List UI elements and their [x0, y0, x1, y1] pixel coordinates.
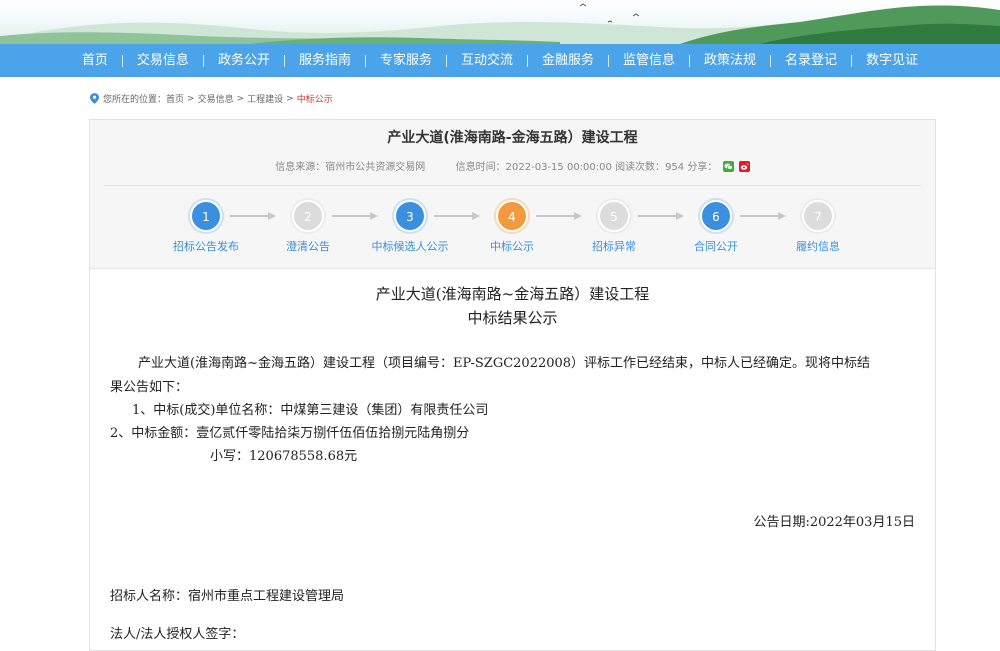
breadcrumb-engineering[interactable]: 工程建设: [247, 92, 283, 105]
tenderer-name: 招标人名称：宿州市重点工程建设管理局: [110, 589, 345, 604]
content-title: 产业大道(淮海南路~金海五路）建设工程: [375, 285, 650, 303]
step-arrow-icon: [638, 212, 684, 220]
views-value: 954: [665, 162, 685, 173]
source-label: 信息来源：: [275, 162, 326, 173]
breadcrumb-home[interactable]: 首页: [166, 92, 184, 105]
step-4-label[interactable]: 中标公示: [462, 238, 562, 254]
step-3-label[interactable]: 中标候选人公示: [360, 238, 460, 254]
nav-digital-witness[interactable]: 数字见证: [854, 44, 930, 77]
share-label: 分享：: [687, 162, 718, 173]
nav-government-affairs[interactable]: 政务公开: [206, 44, 282, 77]
step-7-label[interactable]: 履约信息: [768, 238, 868, 254]
step-4-circle[interactable]: 4: [496, 200, 528, 232]
step-1-circle[interactable]: 1: [190, 200, 222, 232]
content-subtitle: 中标结果公示: [467, 309, 558, 327]
step-arrow-icon: [332, 212, 378, 220]
step-arrow-icon: [434, 212, 480, 220]
nav-divider: [283, 54, 285, 67]
breadcrumb-separator: >: [187, 93, 195, 104]
step-1-label[interactable]: 招标公告发布: [156, 238, 256, 254]
wechat-share-icon[interactable]: [722, 161, 734, 172]
breadcrumb-prefix: 您所在的位置：: [103, 95, 167, 105]
nav-divider: [770, 54, 772, 67]
header-divider: [104, 185, 921, 186]
nav-financial-service[interactable]: 金融服务: [530, 44, 606, 77]
announcement-date: 公告日期:2022年03月15日: [753, 515, 915, 530]
nav-interaction[interactable]: 互动交流: [449, 44, 525, 77]
header-banner: [0, 0, 1000, 44]
step-6-label[interactable]: 合同公开: [666, 238, 766, 254]
source-value: 宿州市公共资源交易网: [325, 162, 426, 173]
step-arrow-icon: [740, 212, 786, 220]
article-title: 产业大道(淮海南路-金海五路）建设工程: [387, 130, 638, 146]
breadcrumb-separator: >: [286, 93, 294, 104]
content-paragraph-line1: 产业大道(淮海南路~金海五路）建设工程（项目编号：EP-SZGC2022008）…: [138, 356, 871, 371]
nav-trading-info[interactable]: 交易信息: [125, 44, 201, 77]
main-nav: 首页 交易信息 政务公开 服务指南 专家服务 互动交流 金融服务 监管信息 政策…: [0, 44, 1000, 77]
nav-divider: [527, 54, 528, 67]
nav-divider: [445, 54, 447, 67]
nav-divider: [689, 54, 691, 67]
step-2-label[interactable]: 澄清公告: [258, 238, 358, 254]
nav-divider: [851, 54, 853, 67]
breadcrumb-separator: >: [236, 93, 245, 104]
nav-divider: [121, 54, 123, 67]
nav-home[interactable]: 首页: [70, 44, 120, 77]
winning-amount-numeric: 小写：120678558.68元: [210, 449, 358, 464]
nav-directory-registration[interactable]: 名录登记: [773, 44, 849, 77]
breadcrumb: 您所在的位置： 首页 > 交易信息 > 工程建设 > 中标公示: [90, 92, 333, 105]
step-5-label[interactable]: 招标异常: [564, 238, 664, 254]
weibo-share-icon[interactable]: [738, 161, 750, 172]
nav-service-guide[interactable]: 服务指南: [287, 44, 363, 77]
winning-amount-line: 2、中标金额：壹亿贰仟零陆拾柒万捌仟伍佰伍拾捌元陆角捌分: [110, 426, 470, 441]
article-panel: 产业大道(淮海南路-金海五路）建设工程 信息来源：宿州市公共资源交易网 信息时间…: [89, 119, 936, 651]
process-steps: 1 2 3 4 5 6 7 招标公告发布 澄清公告 中标候选人公示 中标公示 招…: [90, 200, 935, 270]
breadcrumb-current: 中标公示: [296, 95, 333, 105]
landscape-illustration: [0, 3, 1000, 44]
step-arrow-icon: [230, 212, 276, 220]
step-7-circle[interactable]: 7: [802, 200, 834, 232]
views-label: 阅读次数：: [615, 162, 666, 173]
nav-supervision-info[interactable]: 监管信息: [611, 44, 687, 77]
step-5-circle[interactable]: 5: [598, 200, 630, 232]
step-arrow-icon: [536, 212, 582, 220]
nav-policies[interactable]: 政策法规: [692, 44, 768, 77]
article-meta: 信息来源：宿州市公共资源交易网 信息时间：2022-03-15 00:00:00…: [90, 158, 935, 173]
nav-divider: [608, 54, 610, 67]
winning-bidder-line: 1、中标(成交)单位名称：中煤第三建设（集团）有限责任公司: [132, 403, 489, 418]
time-label: 信息时间：: [455, 162, 506, 173]
step-6-circle[interactable]: 6: [700, 200, 732, 232]
nav-divider: [202, 54, 204, 67]
nav-divider: [364, 54, 366, 67]
content-paragraph-line2: 果公告如下：: [110, 380, 189, 395]
breadcrumb-trading-info[interactable]: 交易信息: [198, 92, 234, 105]
location-pin-icon: [90, 93, 99, 104]
step-2-circle[interactable]: 2: [292, 200, 324, 232]
nav-expert-service[interactable]: 专家服务: [368, 44, 444, 77]
step-3-circle[interactable]: 3: [394, 200, 426, 232]
article-header: 产业大道(淮海南路-金海五路）建设工程 信息来源：宿州市公共资源交易网 信息时间…: [90, 120, 935, 269]
time-value: 2022-03-15 00:00:00: [505, 162, 612, 173]
